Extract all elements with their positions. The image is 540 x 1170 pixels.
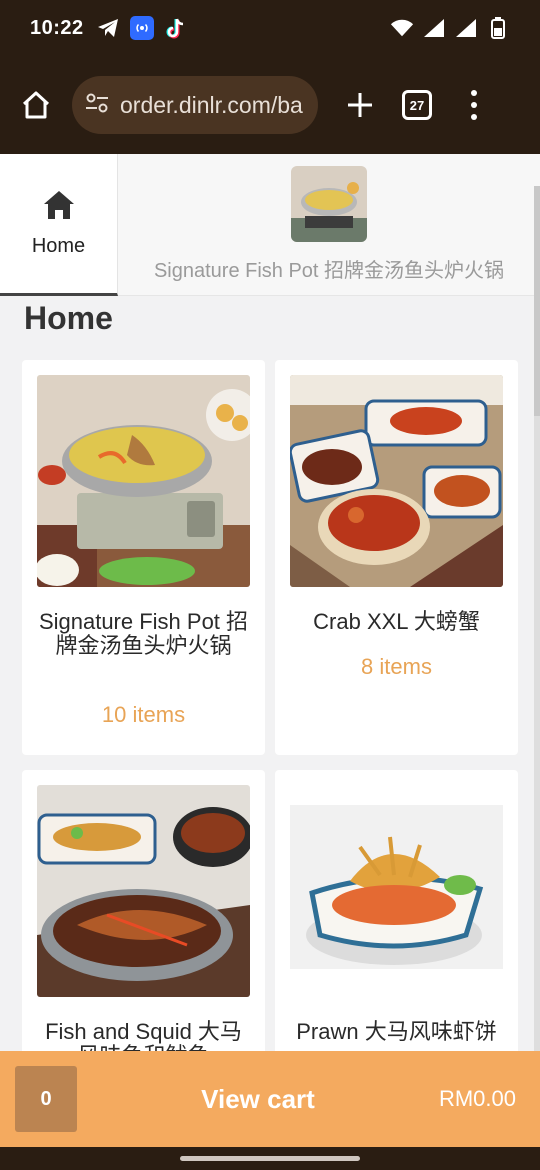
tab-switcher-button[interactable]: 27: [402, 90, 432, 120]
new-tab-icon[interactable]: [340, 85, 380, 125]
tab-signature-fish-pot-label: Signature Fish Pot 招牌金汤鱼头炉火锅: [153, 260, 505, 282]
overflow-menu-icon[interactable]: [464, 85, 484, 125]
browser-home-icon[interactable]: [18, 87, 54, 123]
tiktok-icon: [164, 16, 188, 40]
status-time: 10:22: [30, 16, 84, 39]
battery-icon: [486, 16, 510, 40]
product-name: Crab XXL 大螃蟹: [313, 609, 480, 634]
page-title: Home: [24, 300, 113, 336]
url-text: order.dinlr.com/ba: [120, 91, 303, 118]
product-image: [290, 375, 503, 587]
product-card-fish-pot[interactable]: Signature Fish Pot 招牌金汤鱼头炉火锅 10 items: [22, 360, 265, 755]
tab-home-label: Home: [31, 234, 86, 257]
cart-total: RM0.00: [438, 1086, 516, 1111]
signal-icon: [454, 16, 478, 40]
cart-count-badge: 0: [15, 1066, 77, 1132]
category-tabs: Home Signature Fish Pot 招牌金汤鱼头炉火锅: [0, 154, 540, 296]
home-icon: [43, 190, 75, 225]
tab-signature-fish-pot[interactable]: Signature Fish Pot 招牌金汤鱼头炉火锅: [118, 154, 540, 295]
product-item-count: 8 items: [361, 654, 432, 679]
product-image: [37, 375, 250, 587]
product-item-count: 10 items: [101, 702, 186, 727]
product-card-prawn[interactable]: Prawn 大马风味虾饼: [275, 770, 518, 1070]
telegram-icon: [96, 16, 120, 40]
scrollbar-thumb[interactable]: [534, 186, 540, 416]
product-image: [37, 785, 250, 997]
scrollbar[interactable]: [534, 186, 540, 1066]
system-icons: [390, 16, 510, 40]
view-cart-button[interactable]: View cart: [77, 1084, 439, 1115]
view-cart-bar[interactable]: 0 View cart RM0.00: [0, 1051, 540, 1147]
fish-pot-thumbnail: [291, 166, 367, 242]
navigation-gesture-area: [0, 1147, 540, 1170]
wifi-icon: [390, 16, 414, 40]
gesture-handle[interactable]: [180, 1156, 360, 1161]
product-name: Prawn 大马风味虾饼: [296, 1019, 497, 1044]
product-image: [290, 785, 503, 997]
site-settings-icon[interactable]: [84, 90, 110, 121]
product-name: Signature Fish Pot 招牌金汤鱼头炉火锅: [38, 609, 249, 658]
browser-toolbar: order.dinlr.com/ba 27: [0, 56, 540, 154]
product-card-crab[interactable]: Crab XXL 大螃蟹 8 items: [275, 360, 518, 755]
address-bar[interactable]: order.dinlr.com/ba: [72, 76, 318, 134]
notification-icons: [96, 16, 188, 40]
tab-home[interactable]: Home: [0, 154, 118, 296]
status-bar: 10:22: [0, 0, 540, 56]
signal-icon: [422, 16, 446, 40]
product-card-fish-squid[interactable]: Fish and Squid 大马风味鱼和鱿鱼: [22, 770, 265, 1070]
radio-broadcast-icon: [129, 16, 154, 40]
